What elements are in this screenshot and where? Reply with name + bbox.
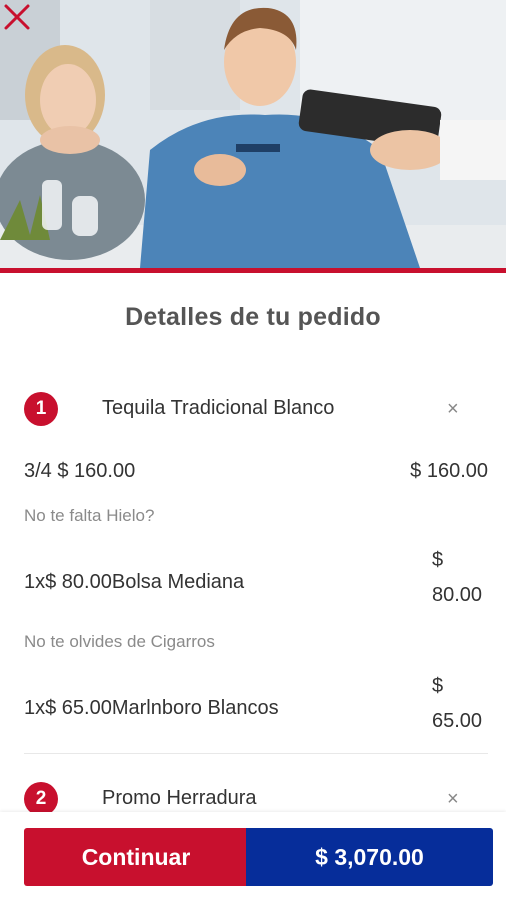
item-divider xyxy=(24,753,488,754)
item-number-badge: 2 xyxy=(24,782,58,816)
page-title: Detalles de tu pedido xyxy=(125,303,381,331)
close-icon[interactable] xyxy=(0,0,34,34)
hero-image xyxy=(0,0,506,268)
order-total-button[interactable]: $ 3,070.00 xyxy=(246,828,493,886)
addon-row: 1x$ 65.00Marlnboro Blancos $ 65.00 xyxy=(24,675,488,745)
remove-item-icon[interactable]: × xyxy=(447,788,459,811)
addon-description: 1x$ 65.00Marlnboro Blancos xyxy=(24,697,279,719)
addon-currency: $ xyxy=(432,549,444,571)
item-name: Tequila Tradicional Blanco xyxy=(102,397,335,419)
addon-amount: 65.00 xyxy=(432,710,483,732)
addon-section-label: No te falta Hielo? xyxy=(24,506,155,525)
addon-amount: 80.00 xyxy=(432,584,483,606)
addon-currency: $ xyxy=(432,675,444,697)
item-line-total: $ 160.00 xyxy=(410,460,488,482)
item-size-price: 3/4 $ 160.00 xyxy=(24,460,136,482)
item-number-badge: 1 xyxy=(24,392,58,426)
continue-button[interactable]: Continuar xyxy=(24,828,248,886)
addon-row: 1x$ 80.00Bolsa Mediana $ 80.00 xyxy=(24,549,488,619)
addon-section-label: No te olvides de Cigarros xyxy=(24,632,215,651)
hero-photo xyxy=(0,0,506,268)
item-name: Promo Herradura xyxy=(102,787,257,809)
addon-description: 1x$ 80.00Bolsa Mediana xyxy=(24,571,245,593)
order-item-header: 1 Tequila Tradicional Blanco × xyxy=(0,392,506,432)
item-price-row: 3/4 $ 160.00 $ 160.00 xyxy=(24,460,488,483)
hero-accent-bar xyxy=(0,268,506,273)
remove-item-icon[interactable]: × xyxy=(447,398,459,421)
